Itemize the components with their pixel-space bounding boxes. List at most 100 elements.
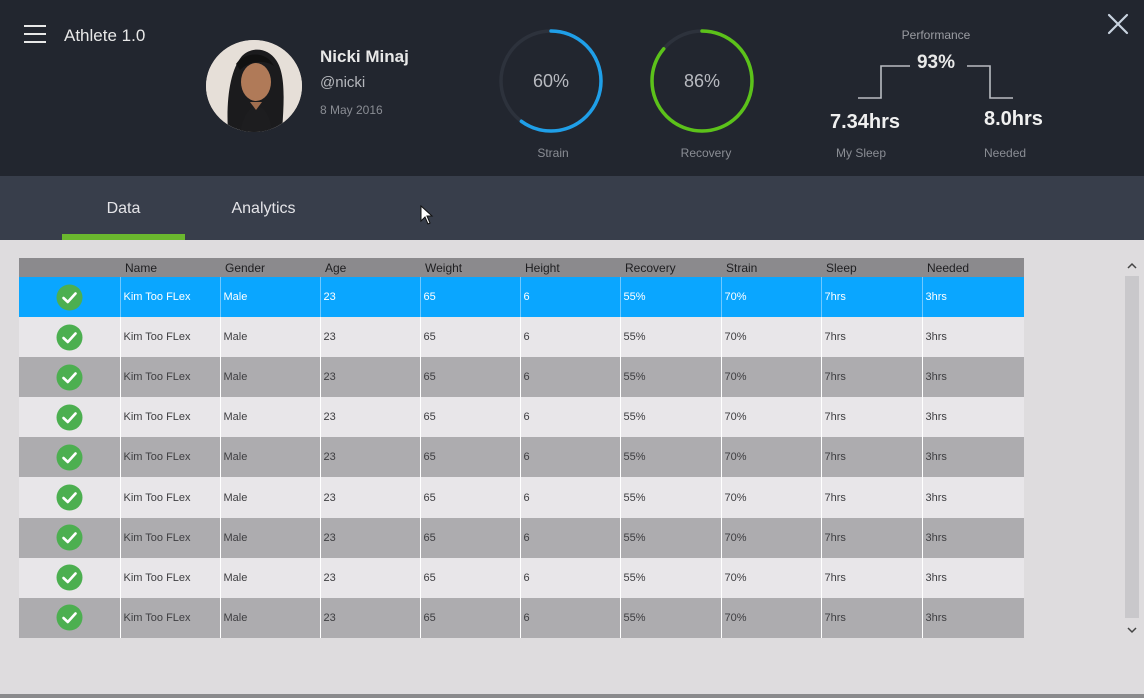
- table-cell: 55%: [620, 517, 722, 558]
- column-header[interactable]: Name: [120, 258, 220, 277]
- performance-connector: [858, 65, 1013, 99]
- hamburger-menu-icon[interactable]: [24, 25, 46, 43]
- table-cell: Male: [220, 317, 321, 358]
- table-cell: Male: [220, 597, 321, 638]
- table-cell: 3hrs: [925, 331, 947, 344]
- my-sleep-label: My Sleep: [836, 146, 887, 160]
- table-cell: 3hrs: [925, 411, 947, 424]
- check-circle-icon: [56, 324, 83, 351]
- row-status-cell[interactable]: [19, 397, 121, 438]
- chevron-up-icon[interactable]: [1124, 258, 1140, 274]
- header: Athlete 1.0 Nicki Minaj @nicki 8 May 201…: [0, 0, 1144, 176]
- tab-data-label: Data: [106, 200, 141, 217]
- table-cell: 3hrs: [925, 531, 947, 544]
- strain-value: 60%: [532, 71, 570, 91]
- table-cell: 7hrs: [821, 517, 923, 558]
- check-circle-icon: [56, 444, 83, 471]
- table-cell: Kim Too FLex: [120, 357, 221, 398]
- strain-label: Strain: [537, 146, 569, 160]
- table-cell: 6: [520, 557, 621, 598]
- needed-sleep-value: 8.0hrs: [984, 108, 1043, 130]
- table-cell: 65: [420, 397, 521, 438]
- table-cell: Kim Too FLex: [120, 317, 221, 358]
- window-bottom-edge: [0, 694, 1144, 698]
- table-cell: Kim Too FLex: [120, 437, 221, 478]
- strain-ring: 60%: [497, 27, 605, 135]
- athlete-table: Name Gender Age Weight Height Recovery Strain S…: [19, 258, 1024, 638]
- table-cell: 70%: [721, 277, 822, 318]
- table-row[interactable]: Kim Too FLex Male 23 65 6 55% 70% 7hrs 3hrs: [19, 357, 1024, 398]
- column-header[interactable]: Needed: [922, 258, 1024, 277]
- table-cell: 3hrs: [925, 451, 947, 464]
- table-cell: 23: [320, 557, 421, 598]
- table-row[interactable]: Kim Too FLex Male 23 65 6 55% 70% 7hrs 3hrs: [19, 397, 1024, 438]
- column-header[interactable]: Weight: [420, 258, 520, 277]
- table-cell: Kim Too FLex: [120, 477, 221, 518]
- table-row[interactable]: Kim Too FLex Male 23 65 6 55% 70% 7hrs 3hrs: [19, 597, 1024, 638]
- column-header[interactable]: Gender: [220, 258, 320, 277]
- tab-analytics-label: Analytics: [231, 200, 296, 217]
- row-status-cell[interactable]: [19, 317, 121, 358]
- table-cell: 7hrs: [821, 477, 923, 518]
- table-cell: Kim Too FLex: [120, 277, 221, 318]
- close-icon[interactable]: [1104, 10, 1132, 38]
- check-circle-icon: [56, 284, 83, 311]
- scrollbar-thumb[interactable]: [1125, 276, 1139, 618]
- my-sleep-value: 7.34hrs: [830, 111, 901, 133]
- row-status-cell[interactable]: [19, 597, 121, 638]
- recovery-ring: 86%: [648, 27, 756, 135]
- user-date: 8 May 2016: [320, 103, 383, 117]
- table-cell: 55%: [620, 357, 722, 398]
- tab-data[interactable]: Data: [62, 176, 185, 240]
- performance-label: Performance: [901, 28, 971, 42]
- table-row[interactable]: Kim Too FLex Male 23 65 6 55% 70% 7hrs 3hrs: [19, 437, 1024, 478]
- column-header[interactable]: Recovery: [620, 258, 721, 277]
- table-cell: 65: [420, 477, 521, 518]
- user-handle: @nicki: [320, 74, 366, 91]
- tab-analytics[interactable]: Analytics: [202, 176, 325, 240]
- row-status-cell[interactable]: [19, 517, 121, 558]
- column-header[interactable]: Strain: [721, 258, 821, 277]
- chevron-down-icon[interactable]: [1124, 622, 1140, 638]
- check-circle-icon: [56, 564, 83, 591]
- table-cell: 3hrs: [925, 291, 947, 304]
- table-cell: 55%: [620, 397, 722, 438]
- table-row[interactable]: Kim Too FLex Male 23 65 6 55% 70% 7hrs 3hrs: [19, 477, 1024, 518]
- table-row[interactable]: Kim Too FLex Male 23 65 6 55% 70% 7hrs 3hrs: [19, 517, 1024, 558]
- row-status-cell[interactable]: [19, 557, 121, 598]
- table-row[interactable]: Kim Too FLex Male 23 65 6 55% 70% 7hrs 3hrs: [19, 277, 1024, 318]
- column-header[interactable]: Height: [520, 258, 620, 277]
- table-cell: 23: [320, 597, 421, 638]
- table-cell: 55%: [620, 317, 722, 358]
- table-cell: 65: [420, 517, 521, 558]
- table-cell: 6: [520, 357, 621, 398]
- table-cell: Kim Too FLex: [120, 557, 221, 598]
- table-row[interactable]: Kim Too FLex Male 23 65 6 55% 70% 7hrs 3hrs: [19, 317, 1024, 358]
- table-cell: 65: [420, 357, 521, 398]
- row-status-cell[interactable]: [19, 437, 121, 478]
- table-cell: 3hrs: [925, 611, 947, 624]
- table-cell: 7hrs: [821, 437, 923, 478]
- check-circle-icon: [56, 364, 83, 391]
- table-cell: 6: [520, 437, 621, 478]
- table-row[interactable]: Kim Too FLex Male 23 65 6 55% 70% 7hrs 3hrs: [19, 557, 1024, 598]
- vertical-scrollbar[interactable]: [1124, 258, 1140, 638]
- table-cell: 55%: [620, 277, 722, 318]
- table-cell: 6: [520, 517, 621, 558]
- row-status-cell[interactable]: [19, 277, 121, 318]
- tab-bar: Data Analytics: [0, 176, 1144, 240]
- table-cell: 70%: [721, 597, 822, 638]
- row-status-cell[interactable]: [19, 357, 121, 398]
- table-cell: 6: [520, 597, 621, 638]
- needed-sleep-label: Needed: [984, 146, 1027, 160]
- column-header[interactable]: Sleep: [821, 258, 922, 277]
- check-circle-icon: [56, 604, 83, 631]
- row-status-cell[interactable]: [19, 477, 121, 518]
- table-cell: 23: [320, 277, 421, 318]
- table-cell: 23: [320, 517, 421, 558]
- table-cell: 70%: [721, 557, 822, 598]
- column-header-select[interactable]: [19, 258, 120, 277]
- table-cell: 3hrs: [925, 571, 947, 584]
- column-header[interactable]: Age: [320, 258, 420, 277]
- table-cell: 55%: [620, 557, 722, 598]
